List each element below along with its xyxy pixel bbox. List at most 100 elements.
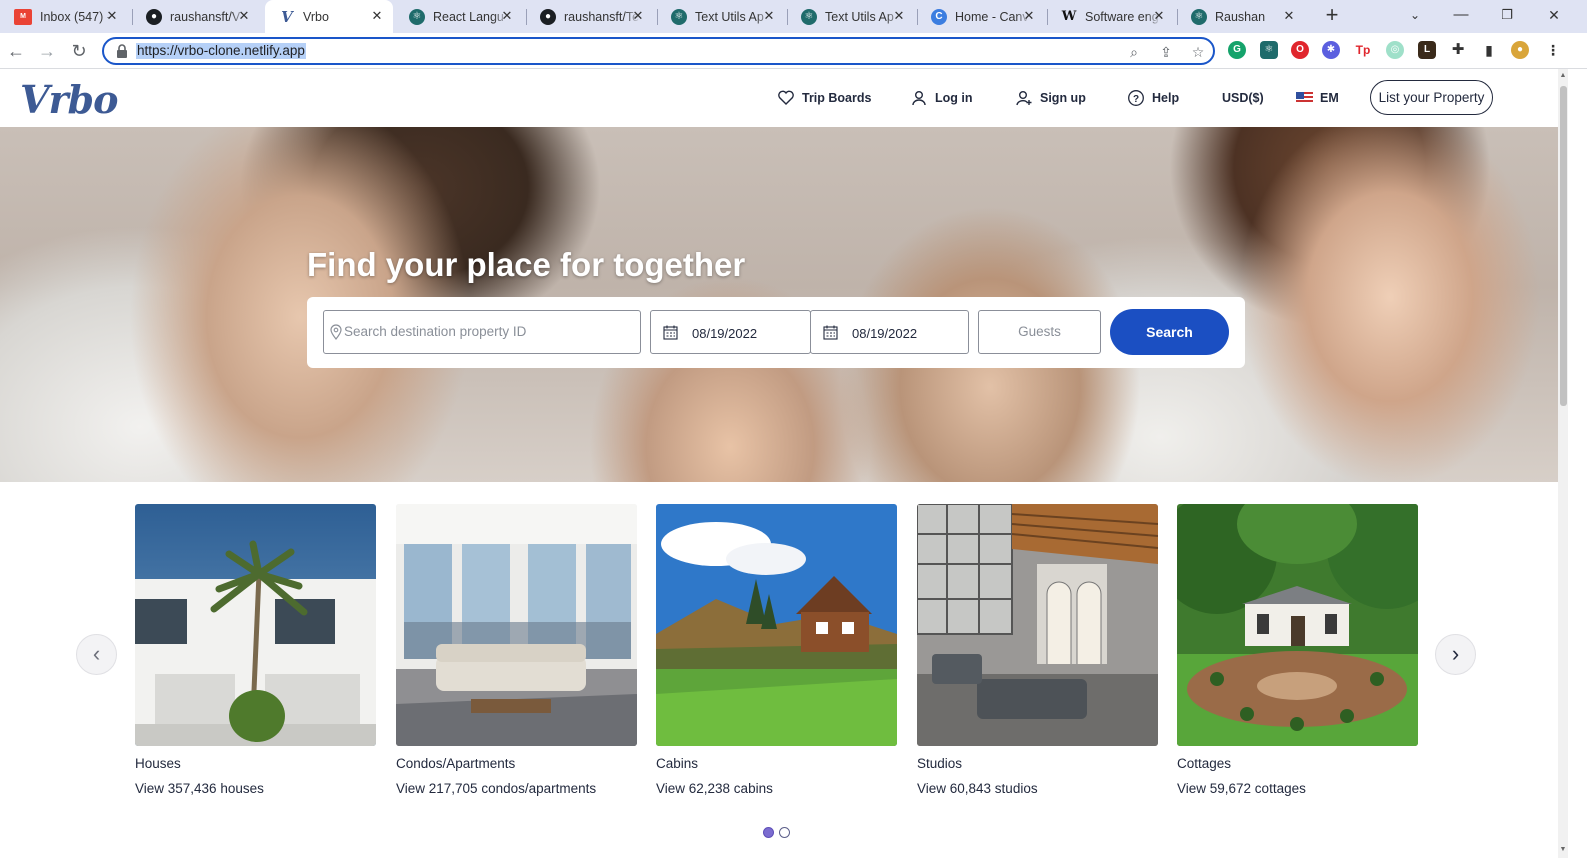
nav-log-in[interactable]: Log in bbox=[910, 88, 973, 108]
minimize-button[interactable]: — bbox=[1438, 0, 1484, 33]
gmail-icon: M bbox=[14, 8, 32, 25]
tab-title: Home - Canv bbox=[955, 9, 1029, 24]
vrbo-logo[interactable]: Vrbo bbox=[20, 77, 118, 122]
browser-tab[interactable]: ⚛ Text Utils Ap ✕ bbox=[657, 0, 785, 33]
browser-tab[interactable]: C Home - Canv ✕ bbox=[917, 0, 1045, 33]
carousel-page-dot[interactable] bbox=[763, 827, 774, 838]
close-tab-icon[interactable]: ✕ bbox=[1151, 8, 1167, 24]
property-type-card-houses[interactable]: Houses View 357,436 houses bbox=[135, 504, 376, 796]
close-tab-icon[interactable]: ✕ bbox=[891, 8, 907, 24]
tab-title: Text Utils Ap bbox=[695, 9, 764, 24]
search-panel: Search destination property ID 08/19/202… bbox=[307, 297, 1245, 368]
back-button[interactable]: ← bbox=[3, 39, 29, 63]
close-tab-icon[interactable]: ✕ bbox=[761, 8, 777, 24]
close-tab-icon[interactable]: ✕ bbox=[104, 8, 120, 24]
zoom-icon[interactable]: ⌕ bbox=[1125, 43, 1143, 61]
lock-icon[interactable] bbox=[116, 44, 128, 58]
url-text[interactable]: https://vrbo-clone.netlify.app bbox=[136, 43, 306, 59]
studios-image[interactable] bbox=[917, 504, 1158, 746]
condos-image[interactable] bbox=[396, 504, 637, 746]
nav-language[interactable]: EM bbox=[1296, 88, 1339, 108]
card-title: Cabins bbox=[656, 756, 699, 771]
extensions-puzzle-icon[interactable]: ✚ bbox=[1449, 41, 1467, 59]
card-title: Cottages bbox=[1177, 756, 1232, 771]
tp-extension-icon[interactable]: Tp bbox=[1354, 41, 1372, 59]
colorful-extension-icon[interactable]: ✱ bbox=[1322, 41, 1340, 59]
tab-title: Text Utils Ap bbox=[825, 9, 894, 24]
browser-tab[interactable]: ⚛ React Langu ✕ bbox=[395, 0, 523, 33]
cottages-image[interactable] bbox=[1177, 504, 1418, 746]
browser-tab[interactable]: ● raushansft/Te ✕ bbox=[526, 0, 654, 33]
side-panel-icon[interactable]: ▮ bbox=[1480, 41, 1498, 59]
property-type-card-cabins[interactable]: Cabins View 62,238 cabins bbox=[656, 504, 897, 796]
close-window-button[interactable]: ✕ bbox=[1531, 0, 1577, 33]
nav-help[interactable]: ? Help bbox=[1127, 88, 1179, 108]
browser-tab[interactable]: M Inbox (547) - ✕ bbox=[0, 0, 128, 33]
close-tab-icon[interactable]: ✕ bbox=[236, 8, 252, 24]
close-tab-icon[interactable]: ✕ bbox=[1021, 8, 1037, 24]
profile-avatar[interactable]: ● bbox=[1511, 41, 1529, 59]
nav-label: Help bbox=[1152, 91, 1180, 105]
search-button[interactable]: Search bbox=[1110, 309, 1229, 355]
forward-button[interactable]: → bbox=[34, 39, 60, 63]
restore-button[interactable]: ❐ bbox=[1484, 0, 1530, 33]
card-title: Houses bbox=[135, 756, 181, 771]
card-count[interactable]: View 217,705 condos/apartments bbox=[396, 781, 637, 796]
checkin-date-value: 08/19/2022 bbox=[692, 326, 758, 341]
carousel-prev-button[interactable]: ‹ bbox=[76, 634, 117, 675]
react-devtools-extension-icon[interactable]: ⚛ bbox=[1260, 41, 1278, 59]
hero-title: Find your place for together bbox=[307, 246, 746, 283]
nav-trip-boards[interactable]: Trip Boards bbox=[777, 88, 871, 108]
property-type-card-cottages[interactable]: Cottages View 59,672 cottages bbox=[1177, 504, 1418, 796]
browser-tab[interactable]: ⚛ Text Utils Ap ✕ bbox=[787, 0, 915, 33]
guests-field[interactable]: Guests bbox=[978, 310, 1101, 354]
card-count[interactable]: View 62,238 cabins bbox=[656, 781, 897, 796]
opera-extension-icon[interactable]: O bbox=[1291, 41, 1309, 59]
browser-tab[interactable]: ● raushansft/V ✕ bbox=[132, 0, 260, 33]
reload-button[interactable]: ↻ bbox=[66, 39, 92, 63]
scrollbar-thumb[interactable] bbox=[1560, 86, 1567, 406]
scroll-up-arrow[interactable]: ▲ bbox=[1559, 72, 1567, 80]
help-icon: ? bbox=[1128, 90, 1144, 106]
card-count[interactable]: View 59,672 cottages bbox=[1177, 781, 1418, 796]
tab-search-icon[interactable]: ⌄ bbox=[1392, 0, 1438, 33]
property-type-card-condos[interactable]: Condos/Apartments View 217,705 condos/ap… bbox=[396, 504, 637, 796]
bookmark-star-icon[interactable]: ☆ bbox=[1189, 43, 1207, 61]
checkout-date-field[interactable]: 08/19/2022 bbox=[810, 310, 969, 354]
nav-currency[interactable]: USD($) bbox=[1222, 88, 1264, 108]
houses-image[interactable] bbox=[135, 504, 376, 746]
heart-icon bbox=[778, 90, 794, 105]
browser-tab[interactable]: ⚛ Raushan ✕ bbox=[1177, 0, 1305, 33]
new-tab-button[interactable]: + bbox=[1320, 4, 1344, 28]
lh-extension-icon[interactable]: L bbox=[1418, 41, 1436, 59]
grammarly-extension-icon[interactable]: G bbox=[1228, 41, 1246, 59]
close-tab-icon[interactable]: ✕ bbox=[499, 8, 515, 24]
address-bar[interactable]: https://vrbo-clone.netlify.app ⌕ ⇪ ☆ bbox=[102, 37, 1215, 65]
close-tab-icon[interactable]: ✕ bbox=[630, 8, 646, 24]
react-icon: ⚛ bbox=[409, 8, 425, 25]
cabins-image[interactable] bbox=[656, 504, 897, 746]
card-count[interactable]: View 60,843 studios bbox=[917, 781, 1158, 796]
destination-input[interactable]: Search destination property ID bbox=[323, 310, 641, 354]
tab-title: Software eng bbox=[1085, 9, 1159, 24]
checkin-date-field[interactable]: 08/19/2022 bbox=[650, 310, 811, 354]
carousel-page-dot[interactable] bbox=[779, 827, 790, 838]
user-icon bbox=[912, 91, 926, 106]
carousel-next-button[interactable]: › bbox=[1435, 634, 1476, 675]
close-tab-icon[interactable]: ✕ bbox=[1281, 8, 1297, 24]
circle-extension-icon[interactable]: ◎ bbox=[1386, 41, 1404, 59]
close-tab-icon[interactable]: ✕ bbox=[369, 8, 385, 24]
list-property-button[interactable]: List your Property bbox=[1370, 80, 1493, 115]
property-type-card-studios[interactable]: Studios View 60,843 studios bbox=[917, 504, 1158, 796]
share-icon[interactable]: ⇪ bbox=[1157, 43, 1175, 61]
nav-sign-up[interactable]: Sign up bbox=[1015, 88, 1086, 108]
browser-menu-icon[interactable]: ⋮ bbox=[1544, 41, 1562, 59]
tab-title: raushansft/Te bbox=[564, 9, 640, 24]
browser-tab-active[interactable]: V Vrbo ✕ bbox=[265, 0, 393, 33]
react-icon: ⚛ bbox=[1191, 8, 1207, 25]
destination-placeholder: Search destination property ID bbox=[344, 324, 527, 339]
browser-tab[interactable]: W Software eng ✕ bbox=[1047, 0, 1175, 33]
scroll-down-arrow[interactable]: ▼ bbox=[1559, 846, 1567, 854]
calendar-icon bbox=[823, 325, 838, 340]
card-count[interactable]: View 357,436 houses bbox=[135, 781, 376, 796]
